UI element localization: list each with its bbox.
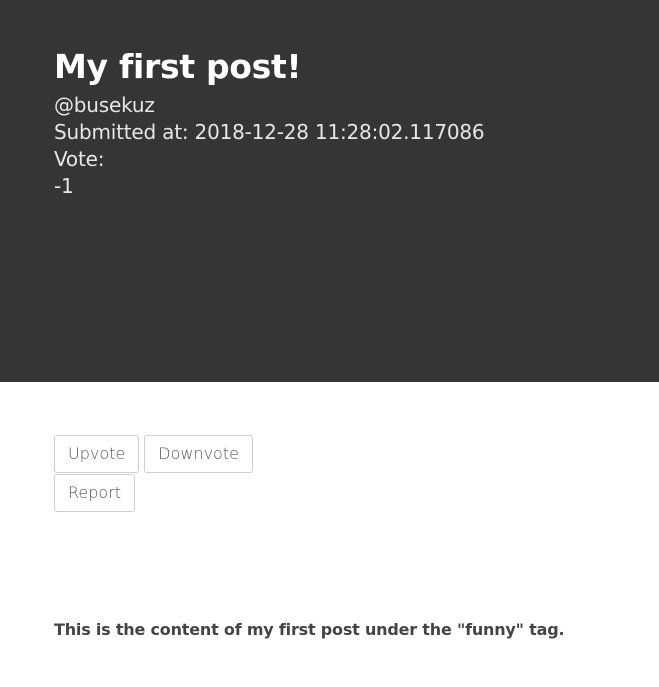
vote-buttons: Upvote Downvote: [54, 435, 253, 473]
upvote-button[interactable]: Upvote: [54, 435, 140, 473]
vote-count: -1: [54, 174, 74, 198]
post-submitted-at: Submitted at: 2018-12-28 11:28:02.117086: [54, 120, 485, 144]
post-content: This is the content of my first post und…: [54, 620, 565, 639]
post-author: @busekuz: [54, 93, 155, 117]
post-actions: Upvote Downvote Report: [54, 435, 253, 513]
report-row: Report: [54, 474, 253, 512]
post-title: My first post!: [54, 47, 302, 86]
vote-label: Vote:: [54, 147, 105, 171]
report-button[interactable]: Report: [54, 474, 136, 512]
downvote-button[interactable]: Downvote: [144, 435, 253, 473]
post-header: My first post! @busekuz Submitted at: 20…: [0, 0, 659, 382]
